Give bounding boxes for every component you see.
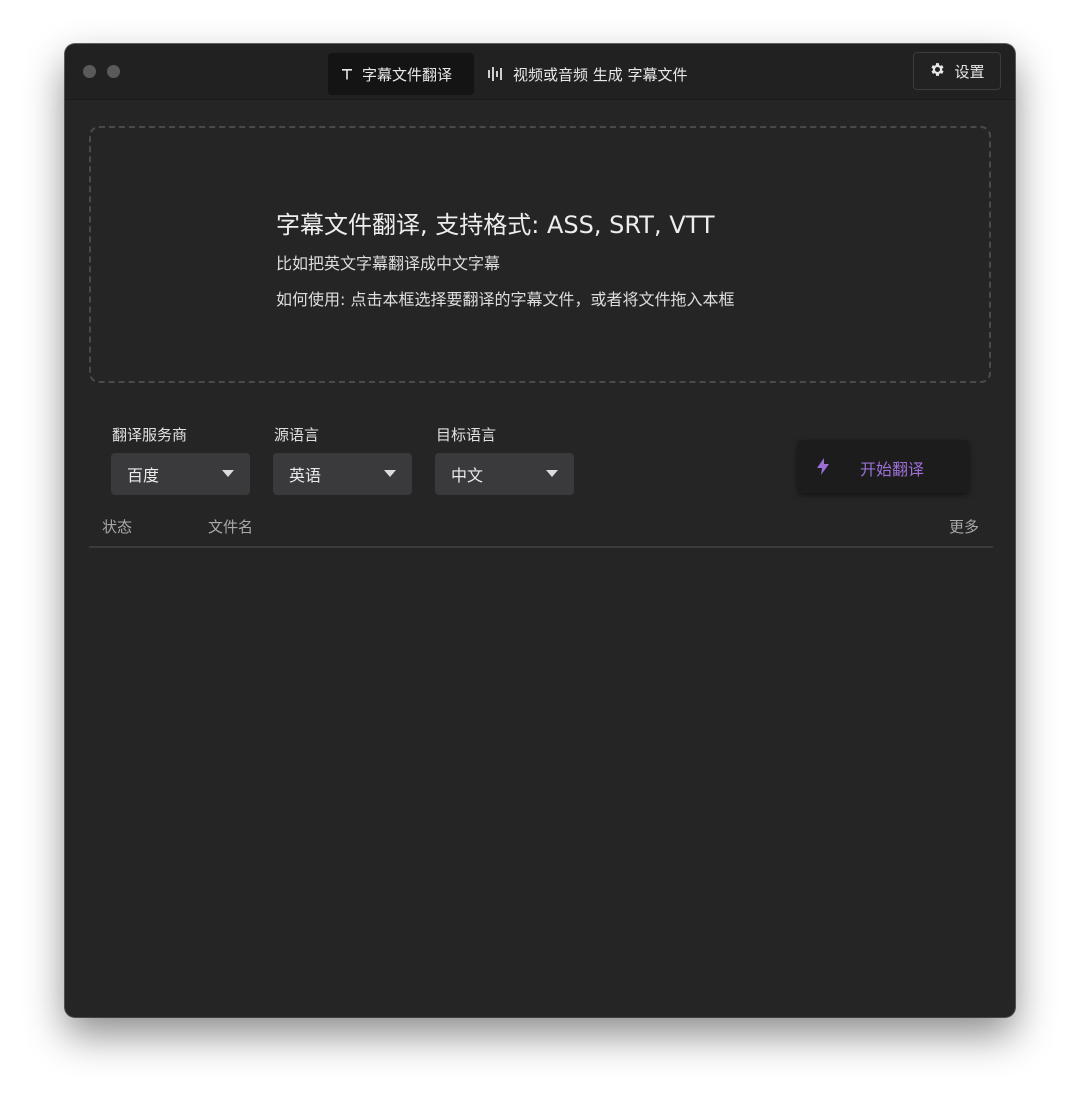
target-language-select[interactable]: 中文	[435, 453, 574, 495]
app-window: 字幕文件翻译 视频或音频 生成 字幕文件 设置 字幕文件翻译, 支持格式: AS…	[65, 44, 1015, 1017]
column-header-filename: 文件名	[208, 518, 254, 536]
file-drop-zone[interactable]: 字幕文件翻译, 支持格式: ASS, SRT, VTT 比如把英文字幕翻译成中文…	[89, 126, 991, 383]
target-language-value: 中文	[451, 466, 484, 485]
lightning-icon	[816, 458, 830, 479]
caret-down-icon	[384, 470, 396, 477]
title-bar: 字幕文件翻译 视频或音频 生成 字幕文件 设置	[65, 44, 1015, 100]
tab-label: 视频或音频 生成 字幕文件	[513, 65, 688, 84]
start-translate-label: 开始翻译	[860, 460, 925, 479]
caret-down-icon	[546, 470, 558, 477]
window-control-dot[interactable]	[83, 65, 96, 78]
start-translate-button[interactable]: 开始翻译	[798, 440, 969, 493]
gear-icon	[929, 61, 946, 82]
drop-zone-title: 字幕文件翻译, 支持格式: ASS, SRT, VTT	[276, 211, 715, 239]
settings-label: 设置	[954, 62, 985, 81]
text-t-icon	[340, 67, 354, 81]
table-header-divider	[89, 546, 993, 548]
target-language-label: 目标语言	[436, 426, 497, 444]
tab-label: 字幕文件翻译	[362, 65, 453, 84]
settings-button[interactable]: 设置	[913, 52, 1001, 90]
source-language-value: 英语	[289, 466, 322, 485]
tab-generate-subtitles[interactable]: 视频或音频 生成 字幕文件	[483, 53, 713, 95]
caret-down-icon	[222, 470, 234, 477]
file-list	[89, 549, 993, 989]
window-control-dot[interactable]	[107, 65, 120, 78]
drop-zone-instructions: 如何使用: 点击本框选择要翻译的字幕文件，或者将文件拖入本框	[276, 290, 735, 309]
drop-zone-example: 比如把英文字幕翻译成中文字幕	[276, 254, 501, 273]
provider-select[interactable]: 百度	[111, 453, 250, 495]
waveform-icon	[487, 66, 505, 82]
provider-value: 百度	[127, 466, 160, 485]
source-language-select[interactable]: 英语	[273, 453, 412, 495]
column-header-status: 状态	[102, 518, 133, 536]
tab-subtitle-translate[interactable]: 字幕文件翻译	[328, 53, 474, 95]
column-header-more: 更多	[949, 518, 980, 536]
provider-label: 翻译服务商	[112, 426, 188, 444]
source-language-label: 源语言	[274, 426, 320, 444]
